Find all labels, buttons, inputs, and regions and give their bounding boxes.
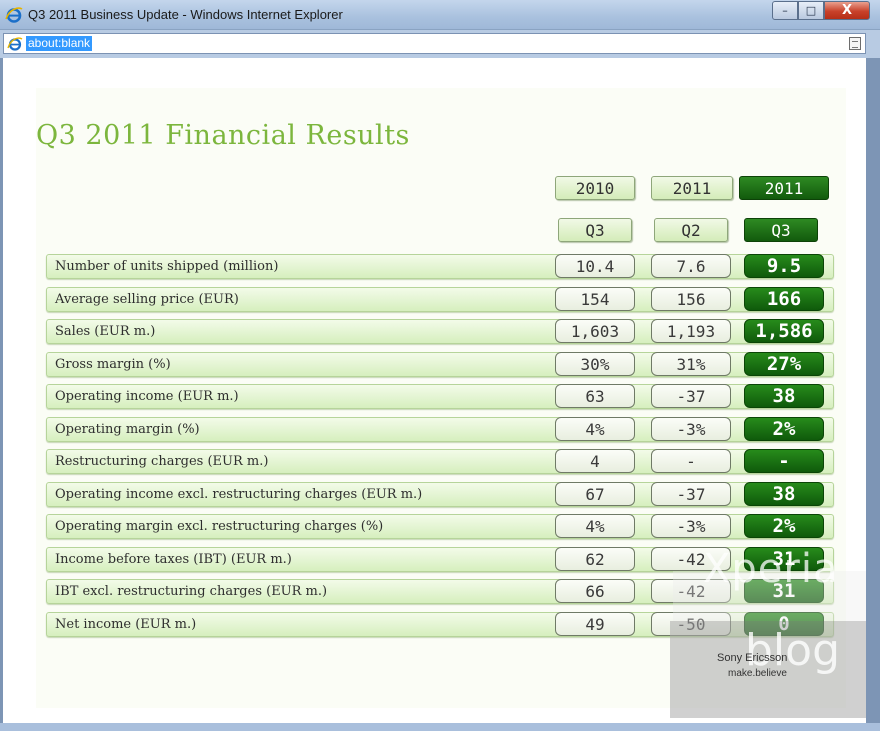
value-cell: 4% <box>555 514 635 538</box>
maximize-button[interactable]: □ <box>798 1 824 20</box>
value-cell: -37 <box>651 384 731 408</box>
watermark-company: Sony Ericsson <box>717 652 788 664</box>
row-label: Net income (EUR m.) <box>55 617 197 632</box>
internet-explorer-icon <box>7 37 23 51</box>
close-button[interactable]: X <box>824 1 870 20</box>
value-cell: 7.6 <box>651 254 731 278</box>
internet-explorer-icon <box>5 7 23 23</box>
row-label: Sales (EUR m.) <box>55 324 156 339</box>
column-quarter-header: Q3 <box>744 218 818 242</box>
address-field[interactable]: about:blank <box>3 33 866 54</box>
value-cell: 9.5 <box>744 254 824 278</box>
value-cell: - <box>651 449 731 473</box>
value-cell: -3% <box>651 417 731 441</box>
value-cell: 1,586 <box>744 319 824 343</box>
column-year-header: 2011 <box>651 176 733 200</box>
window-title-bar[interactable]: Q3 2011 Business Update - Windows Intern… <box>0 0 880 30</box>
value-cell: 49 <box>555 612 635 636</box>
value-cell: 63 <box>555 384 635 408</box>
column-quarter-header: Q3 <box>558 218 632 242</box>
row-label: Income before taxes (IBT) (EUR m.) <box>55 552 292 567</box>
row-label: Average selling price (EUR) <box>55 292 239 307</box>
column-year-header: 2011 <box>739 176 829 200</box>
row-label: Gross margin (%) <box>55 357 171 372</box>
window-title: Q3 2011 Business Update - Windows Intern… <box>28 7 343 22</box>
column-quarter-header: Q2 <box>654 218 728 242</box>
value-cell: 1,193 <box>651 319 731 343</box>
row-label: Operating income excl. restructuring cha… <box>55 487 423 502</box>
watermark-tagline: make.believe <box>728 668 787 679</box>
value-cell: 31% <box>651 352 731 376</box>
page-icon[interactable] <box>849 37 861 50</box>
value-cell: 62 <box>555 547 635 571</box>
slide-title: Q3 2011 Financial Results <box>36 120 410 151</box>
minimize-button[interactable]: – <box>772 1 798 20</box>
value-cell: 154 <box>555 287 635 311</box>
value-cell: 4% <box>555 417 635 441</box>
value-cell: 27% <box>744 352 824 376</box>
row-label: Restructuring charges (EUR m.) <box>55 454 269 469</box>
value-cell: 166 <box>744 287 824 311</box>
row-label: Number of units shipped (million) <box>55 259 279 274</box>
value-cell: 67 <box>555 482 635 506</box>
value-cell: -3% <box>651 514 731 538</box>
value-cell: 156 <box>651 287 731 311</box>
row-label: Operating income (EUR m.) <box>55 389 239 404</box>
value-cell: 1,603 <box>555 319 635 343</box>
row-label: Operating margin excl. restructuring cha… <box>55 519 384 534</box>
value-cell: 30% <box>555 352 635 376</box>
page-content: Q3 2011 Financial Results 2010 2011 2011… <box>3 58 866 723</box>
value-cell: 38 <box>744 482 824 506</box>
value-cell: 38 <box>744 384 824 408</box>
column-year-header: 2010 <box>555 176 635 200</box>
value-cell: 4 <box>555 449 635 473</box>
row-label: Operating margin (%) <box>55 422 200 437</box>
value-cell: 2% <box>744 417 824 441</box>
row-label: IBT excl. restructuring charges (EUR m.) <box>55 584 328 599</box>
watermark-brand: Xperia <box>703 546 839 592</box>
value-cell: 2% <box>744 514 824 538</box>
address-bar: about:blank <box>0 30 880 58</box>
address-url[interactable]: about:blank <box>26 36 93 51</box>
value-cell: - <box>744 449 824 473</box>
value-cell: 10.4 <box>555 254 635 278</box>
value-cell: -37 <box>651 482 731 506</box>
value-cell: 66 <box>555 579 635 603</box>
window-bottom-border <box>0 723 880 731</box>
